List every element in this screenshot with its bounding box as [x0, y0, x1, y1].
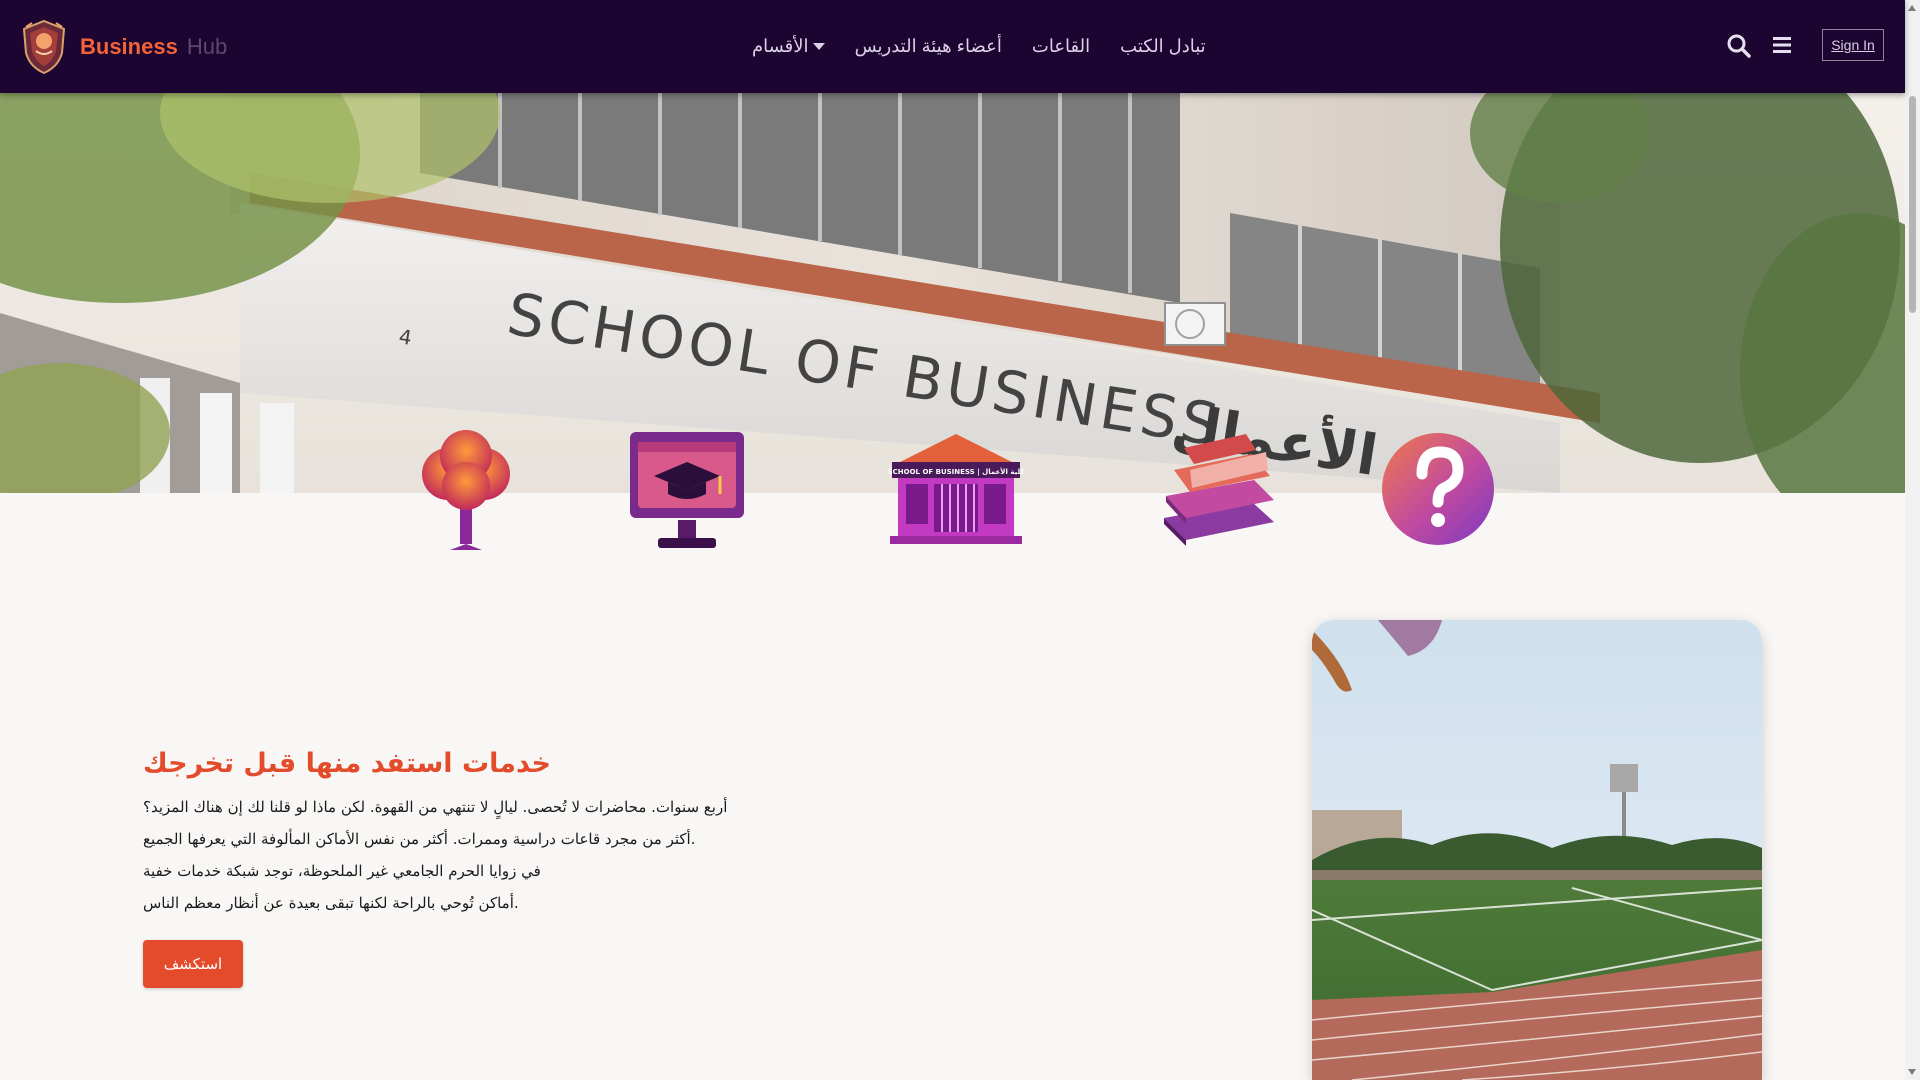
shield-logo-icon	[22, 19, 66, 75]
graduation-monitor-icon[interactable]	[628, 428, 746, 552]
stadium-photo	[1312, 620, 1762, 1080]
services-section: خدمات استفد منها قبل تخرجك أربع سنوات. م…	[143, 748, 753, 919]
main-nav: الأقسام أعضاء هيئة التدريس القاعات تبادل…	[752, 0, 1236, 93]
section-paragraph-line: .أماكن تُوحي بالراحة لكنها تبقى بعيدة عن…	[143, 894, 519, 912]
school-icon-sign: SCHOOL OF BUSINESS | كلية الأعمال	[888, 467, 1024, 477]
question-mark-icon[interactable]	[1380, 428, 1496, 550]
hamburger-menu-icon[interactable]	[1772, 35, 1792, 55]
section-heading: خدمات استفد منها قبل تخرجك	[143, 748, 551, 779]
nav-item-book-exchange[interactable]: تبادل الكتب	[1120, 36, 1206, 57]
explore-button[interactable]: استكشف	[143, 940, 243, 988]
sign-in-button[interactable]: Sign In	[1822, 29, 1884, 61]
section-paragraph-line: في زوايا الحرم الجامعي غير الملحوظة، توج…	[143, 862, 541, 880]
brand-name-primary: Business	[80, 34, 178, 59]
books-stack-icon[interactable]	[1156, 430, 1280, 548]
school-building-icon[interactable]: SCHOOL OF BUSINESS | كلية الأعمال	[888, 432, 1024, 546]
scroll-thumb[interactable]	[1909, 96, 1916, 313]
brand[interactable]: Business Hub	[22, 18, 227, 76]
nav-item-halls[interactable]: القاعات	[1032, 36, 1090, 57]
nav-item-faculty[interactable]: أعضاء هيئة التدريس	[855, 36, 1002, 57]
section-paragraph-line: أربع سنوات. محاضرات لا تُحصى. ليالٍ لا ت…	[143, 798, 728, 816]
search-icon[interactable]	[1726, 33, 1752, 59]
scroll-down-arrow-icon[interactable]	[1908, 1069, 1916, 1075]
brand-name-secondary: Hub	[186, 34, 228, 59]
tree-icon[interactable]	[408, 428, 526, 550]
scroll-up-arrow-icon[interactable]	[1908, 5, 1916, 11]
page-scrollbar[interactable]	[1905, 0, 1920, 1080]
caret-down-icon	[812, 43, 825, 50]
brand-name: Business Hub	[80, 34, 227, 60]
top-navbar: Business Hub الأقسام أعضاء هيئة التدريس ا…	[0, 0, 1905, 93]
nav-item-departments-label: الأقسام	[752, 36, 809, 56]
stadium-image	[1312, 620, 1762, 1080]
nav-item-departments[interactable]: الأقسام	[752, 36, 825, 57]
section-paragraph-line: .أكثر من مجرد قاعات دراسية وممرات. أكثر …	[143, 830, 696, 848]
